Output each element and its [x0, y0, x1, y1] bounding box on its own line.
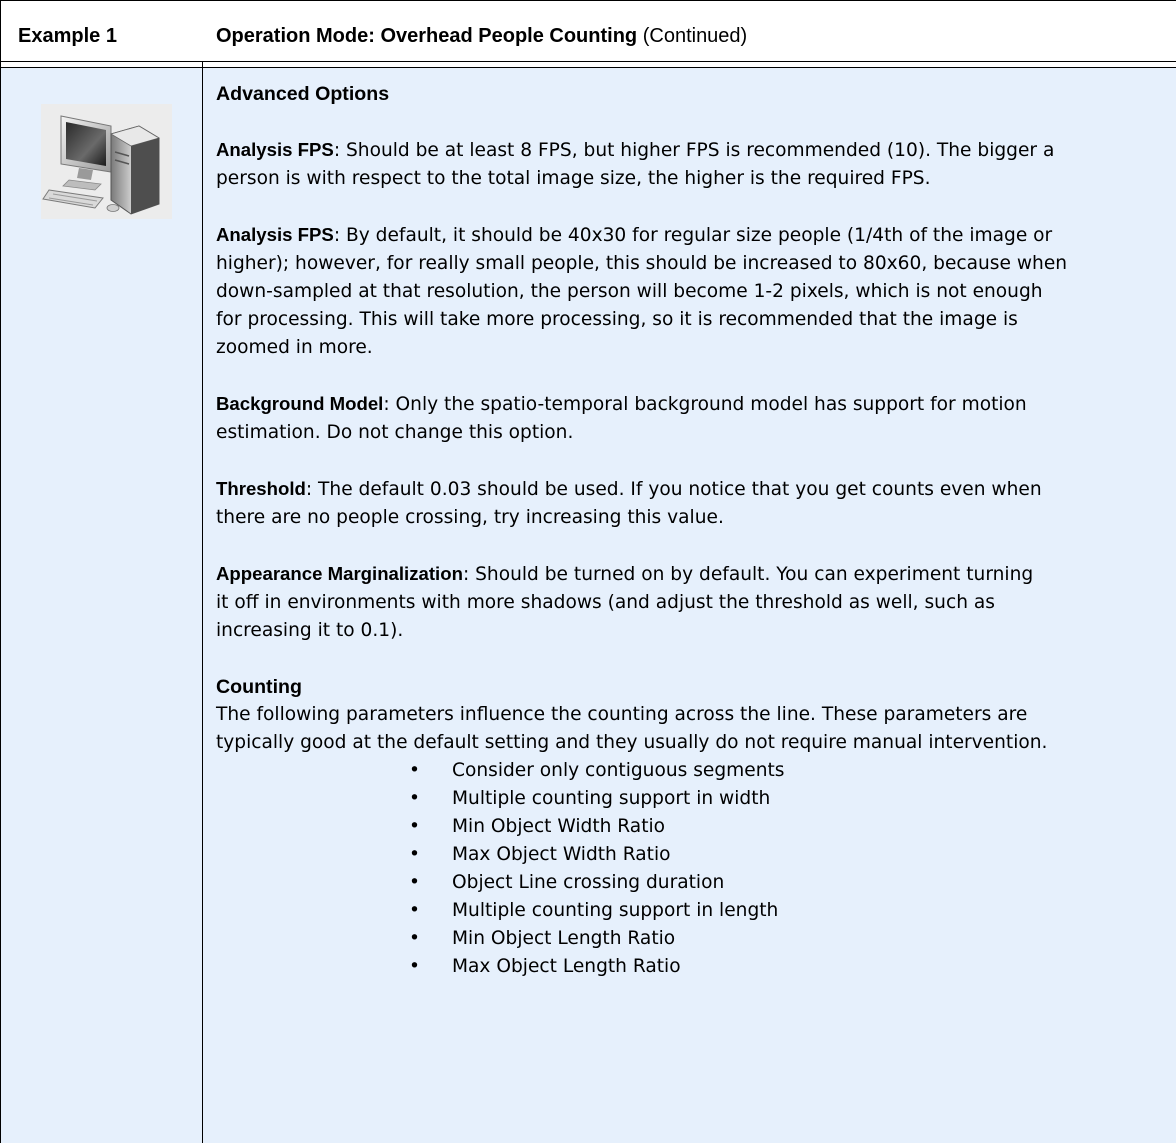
paragraph-line: down-sampled at that resolution, the per… [216, 278, 1176, 306]
option-text: down-sampled at that resolution, the per… [216, 281, 1043, 302]
list-item: • Max Object Width Ratio [216, 841, 1176, 869]
option-text: zoomed in more. [216, 337, 373, 358]
option-text: it off in environments with more shadows… [216, 592, 995, 613]
paragraph-line: Background Model: Only the spatio-tempor… [216, 390, 1176, 419]
option-text: : Only the spatio-temporal background mo… [383, 394, 1027, 415]
counting-description-line: The following parameters influence the c… [216, 704, 1028, 725]
paragraph-line: higher); however, for really small peopl… [216, 250, 1176, 278]
paragraph-line: estimation. Do not change this option. [216, 419, 1176, 447]
list-item-label: Multiple counting support in length [452, 900, 779, 921]
list-item: • Max Object Length Ratio [216, 953, 1176, 981]
list-item: • Multiple counting support in length [216, 897, 1176, 925]
option-term: Analysis FPS [216, 224, 334, 245]
bullet-glyph: • [409, 872, 420, 893]
option-paragraph: Analysis FPS: Should be at least 8 FPS, … [216, 136, 1176, 221]
operation-mode-title-suffix: (Continued) [637, 25, 748, 47]
example-label: Example 1 [18, 25, 117, 47]
bullet-glyph: • [409, 956, 420, 977]
paragraph-line: for processing. This will take more proc… [216, 306, 1176, 334]
advanced-options-heading: Advanced Options [216, 83, 390, 105]
list-item: • Consider only contiguous segments [216, 757, 1176, 785]
paragraph-line: zoomed in more. [216, 334, 1176, 362]
option-text: person is with respect to the total imag… [216, 168, 931, 189]
option-paragraph: Appearance Marginalization: Should be tu… [216, 560, 1176, 673]
computer-icon [41, 104, 172, 219]
option-term: Threshold [216, 478, 306, 499]
paragraph-line: there are no people crossing, try increa… [216, 504, 1176, 532]
counting-heading: Counting [216, 676, 302, 698]
operation-mode-title-bold: Operation Mode: Overhead People Counting [216, 25, 638, 47]
list-item: • Object Line crossing duration [216, 869, 1176, 897]
list-item: • Multiple counting support in width [216, 785, 1176, 813]
paragraph-line: Appearance Marginalization: Should be tu… [216, 560, 1176, 589]
header-bottom-border [0, 61, 1176, 62]
option-text: higher); however, for really small peopl… [216, 253, 1068, 274]
counting-description-line: typically good at the default setting an… [216, 732, 1048, 753]
bullet-glyph: • [409, 844, 420, 865]
bullet-glyph: • [409, 816, 420, 837]
list-item-label: Min Object Length Ratio [452, 928, 676, 949]
option-text: estimation. Do not change this option. [216, 422, 574, 443]
bullet-glyph: • [409, 928, 420, 949]
list-item-label: Multiple counting support in width [452, 788, 771, 809]
document-page: Example 1 Operation Mode: Overhead Peopl… [0, 0, 1176, 1143]
paragraph-line: Analysis FPS: By default, it should be 4… [216, 221, 1176, 250]
bullet-glyph: • [409, 788, 420, 809]
content-text: Advanced Options Analysis FPS: Should be… [216, 80, 1176, 981]
option-paragraph: Analysis FPS: By default, it should be 4… [216, 221, 1176, 390]
option-paragraph: Background Model: Only the spatio-tempor… [216, 390, 1176, 475]
paragraph-line: Analysis FPS: Should be at least 8 FPS, … [216, 136, 1176, 165]
option-text: increasing it to 0.1). [216, 620, 404, 641]
list-item-label: Consider only contiguous segments [452, 760, 785, 781]
option-paragraph: Threshold: The default 0.03 should be us… [216, 475, 1176, 560]
list-item-label: Max Object Width Ratio [452, 844, 671, 865]
option-term: Background Model [216, 393, 384, 414]
option-text: : Should be turned on by default. You ca… [462, 564, 1034, 585]
list-item: • Min Object Width Ratio [216, 813, 1176, 841]
option-text: : Should be at least 8 FPS, but higher F… [333, 140, 1055, 161]
option-term: Analysis FPS [216, 139, 334, 160]
paragraph-line: increasing it to 0.1). [216, 617, 1176, 645]
list-item-label: Min Object Width Ratio [452, 816, 666, 837]
list-item-label: Max Object Length Ratio [452, 956, 681, 977]
option-text: for processing. This will take more proc… [216, 309, 1018, 330]
option-text: : The default 0.03 should be used. If yo… [305, 479, 1042, 500]
icon-cell [1, 68, 202, 1143]
operation-mode-title: Operation Mode: Overhead People Counting… [216, 25, 747, 48]
list-item: • Min Object Length Ratio [216, 925, 1176, 953]
option-text: there are no people crossing, try increa… [216, 507, 724, 528]
paragraph-line: it off in environments with more shadows… [216, 589, 1176, 617]
option-text: : By default, it should be 40x30 for reg… [333, 225, 1053, 246]
option-term: Appearance Marginalization [216, 563, 463, 584]
paragraph-line: person is with respect to the total imag… [216, 165, 1176, 193]
bullet-glyph: • [409, 900, 420, 921]
paragraph-line: Threshold: The default 0.03 should be us… [216, 475, 1176, 504]
counting-parameter-list: • Consider only contiguous segments • Multi… [216, 757, 1176, 981]
bullet-glyph: • [409, 760, 420, 781]
list-item-label: Object Line crossing duration [452, 872, 725, 893]
computer-icon-graphic [42, 115, 160, 215]
